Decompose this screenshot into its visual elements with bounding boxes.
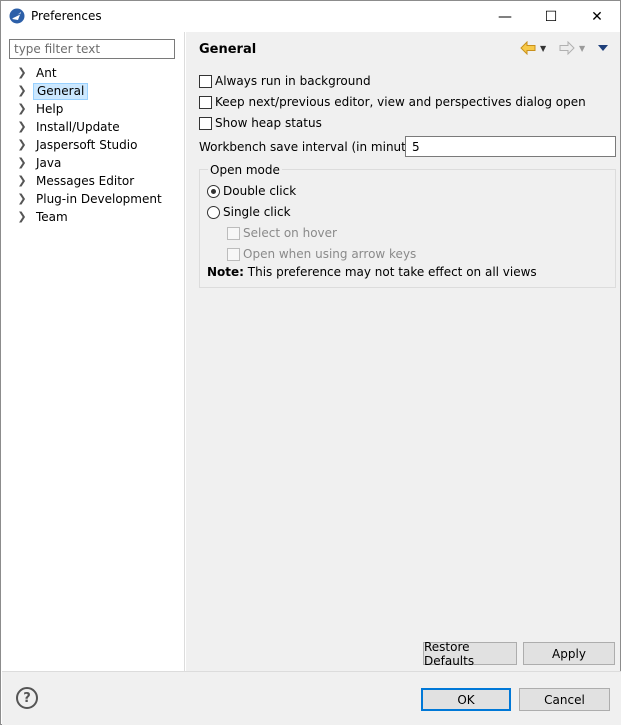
always-run-background-option[interactable]: Always run in background: [199, 72, 371, 90]
preference-page: General ▼ ▼ Always run in background Kee…: [186, 32, 620, 671]
keep-next-previous-option[interactable]: Keep next/previous editor, view and pers…: [199, 93, 586, 111]
back-arrow-icon: [520, 41, 536, 55]
open-arrow-keys-option: Open when using arrow keys: [227, 245, 416, 263]
back-history-caret-icon[interactable]: ▼: [540, 44, 546, 53]
page-title: General: [199, 42, 257, 57]
select-on-hover-checkbox: [227, 226, 240, 240]
select-on-hover-label: Select on hover: [243, 226, 337, 240]
page-header: General ▼ ▼: [186, 32, 620, 64]
forward-arrow-icon: [559, 41, 575, 55]
chevron-right-icon[interactable]: ❯: [16, 100, 28, 118]
close-button[interactable]: ✕: [574, 1, 620, 32]
show-heap-status-label: Show heap status: [215, 116, 322, 130]
tree-item-label: Help: [36, 102, 64, 116]
open-mode-legend: Open mode: [208, 163, 282, 177]
chevron-right-icon[interactable]: ❯: [16, 154, 28, 172]
title-bar[interactable]: Preferences — ☐ ✕: [1, 1, 620, 32]
tree-item-install-update[interactable]: ❯ Install/Update: [2, 118, 185, 136]
always-run-background-label: Always run in background: [215, 74, 371, 88]
chevron-right-icon[interactable]: ❯: [16, 136, 28, 154]
view-menu-icon: [598, 45, 608, 51]
tree-item-label: Install/Update: [36, 120, 120, 134]
maximize-button[interactable]: ☐: [528, 1, 574, 32]
tree-item-label: Team: [36, 210, 68, 224]
apply-button[interactable]: Apply: [523, 642, 615, 665]
tree-item-label: Java: [36, 156, 62, 170]
tree-item-label: Jaspersoft Studio: [36, 138, 138, 152]
keep-next-previous-label: Keep next/previous editor, view and pers…: [215, 95, 586, 109]
select-on-hover-option: Select on hover: [227, 224, 337, 242]
show-heap-status-option[interactable]: Show heap status: [199, 114, 322, 132]
window-title: Preferences: [31, 9, 102, 23]
chevron-right-icon[interactable]: ❯: [16, 118, 28, 136]
tree-item-plugin-development[interactable]: ❯ Plug-in Development: [2, 190, 185, 208]
chevron-right-icon[interactable]: ❯: [16, 208, 28, 226]
cancel-button[interactable]: Cancel: [519, 688, 610, 711]
double-click-option[interactable]: Double click: [207, 182, 296, 200]
save-interval-input[interactable]: [405, 136, 616, 157]
view-menu-button[interactable]: [598, 40, 608, 56]
show-heap-status-checkbox[interactable]: [199, 116, 212, 130]
dialog-footer: ? OK Cancel: [2, 671, 621, 725]
preference-tree: ❯ Ant ❯ General ❯ Help ❯ Install/Update …: [2, 64, 185, 226]
forward-button[interactable]: ▼: [559, 40, 585, 56]
tree-item-label: Messages Editor: [36, 174, 135, 188]
chevron-right-icon[interactable]: ❯: [16, 172, 28, 190]
filter-input[interactable]: [9, 39, 175, 59]
single-click-option[interactable]: Single click: [207, 203, 291, 221]
tree-item-help[interactable]: ❯ Help: [2, 100, 185, 118]
always-run-background-checkbox[interactable]: [199, 74, 212, 88]
open-mode-note: Note: This preference may not take effec…: [207, 265, 537, 279]
tree-item-label: Plug-in Development: [36, 192, 162, 206]
single-click-label: Single click: [223, 205, 291, 219]
tree-item-general[interactable]: ❯ General: [2, 82, 185, 100]
minimize-button[interactable]: —: [482, 1, 528, 32]
tree-item-label: Ant: [36, 66, 57, 80]
open-arrow-keys-checkbox: [227, 247, 240, 261]
tree-item-java[interactable]: ❯ Java: [2, 154, 185, 172]
forward-history-caret-icon[interactable]: ▼: [579, 44, 585, 53]
restore-defaults-button[interactable]: Restore Defaults: [423, 640, 517, 668]
chevron-right-icon[interactable]: ❯: [16, 190, 28, 208]
tree-item-messages-editor[interactable]: ❯ Messages Editor: [2, 172, 185, 190]
double-click-radio[interactable]: [207, 184, 220, 198]
tree-item-team[interactable]: ❯ Team: [2, 208, 185, 226]
tree-item-label: General: [33, 83, 89, 100]
back-button[interactable]: ▼: [520, 40, 546, 56]
tree-item-ant[interactable]: ❯ Ant: [2, 64, 185, 82]
chevron-right-icon[interactable]: ❯: [16, 64, 28, 82]
preferences-window: Preferences — ☐ ✕ ❯ Ant ❯ General ❯ Help…: [0, 0, 621, 725]
tree-item-jaspersoft-studio[interactable]: ❯ Jaspersoft Studio: [2, 136, 185, 154]
preference-tree-pane: ❯ Ant ❯ General ❯ Help ❯ Install/Update …: [2, 32, 185, 671]
help-icon[interactable]: ?: [16, 687, 38, 709]
note-prefix: Note:: [207, 265, 244, 279]
eclipse-app-icon: [9, 8, 25, 24]
note-text: This preference may not take effect on a…: [243, 265, 537, 279]
single-click-radio[interactable]: [207, 205, 220, 219]
ok-button[interactable]: OK: [421, 688, 511, 711]
keep-next-previous-checkbox[interactable]: [199, 95, 212, 109]
chevron-right-icon[interactable]: ❯: [16, 82, 28, 100]
open-arrow-keys-label: Open when using arrow keys: [243, 247, 417, 261]
double-click-label: Double click: [223, 184, 297, 198]
open-mode-group: Open mode Double click Single click Sele…: [199, 163, 616, 288]
save-interval-label: Workbench save interval (in minutes):: [199, 140, 429, 154]
